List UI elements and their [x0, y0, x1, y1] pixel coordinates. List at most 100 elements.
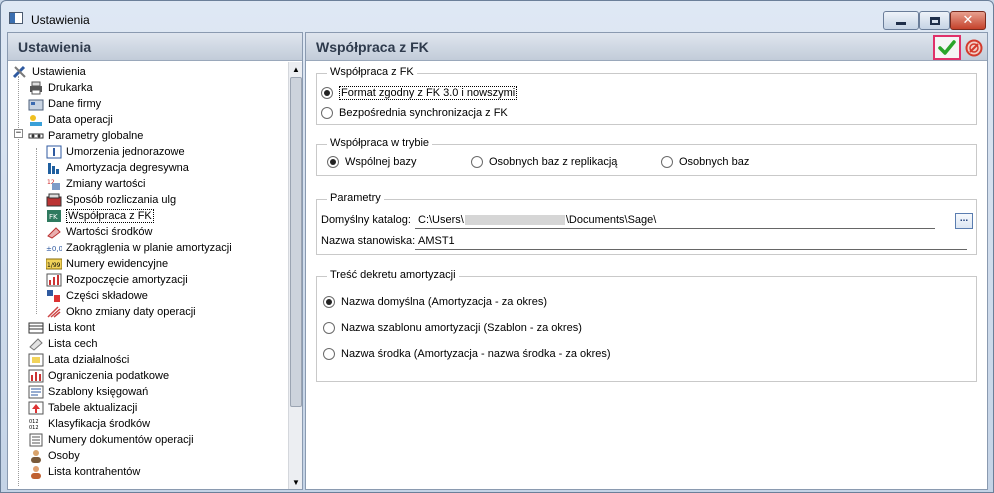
close-button[interactable]: ✕: [950, 11, 986, 30]
contractors-icon: [28, 465, 44, 479]
detail-panel-header: Współpraca z FK: [306, 33, 987, 61]
tree-scrollbar[interactable]: ▲ ▼: [288, 62, 302, 489]
tree-item-parametry-globalne[interactable]: Parametry globalne: [28, 128, 143, 144]
tags-icon: [28, 337, 44, 351]
checkmark-icon: [938, 39, 956, 55]
decree-template-name-radio[interactable]: Nazwa szablonu amortyzacji (Szablon - za…: [323, 322, 582, 334]
tree-item-lista-kontrahentow[interactable]: Lista kontrahentów: [28, 464, 140, 480]
default-catalog-input[interactable]: C:\Users\ \Documents\Sage\: [415, 212, 935, 229]
radio-unselected-icon: [321, 107, 333, 119]
printer-icon: [28, 81, 44, 95]
update-tables-icon: [28, 401, 44, 415]
tree-item-dane-firmy[interactable]: Dane firmy: [28, 96, 101, 112]
mode-shared-db-radio[interactable]: Wspólnej bazy: [327, 156, 417, 168]
mode-separate-db-radio[interactable]: Osobnych baz: [661, 156, 749, 168]
fk-format-radio[interactable]: Format zgodny z FK 3.0 i nowszymi: [321, 86, 518, 100]
start-icon: [46, 273, 62, 287]
tree-item-lata-dzialalnosci[interactable]: Lata działalności: [28, 352, 129, 368]
tree-item-data-operacji[interactable]: Data operacji: [28, 112, 113, 128]
collapse-toggle[interactable]: −: [14, 129, 23, 138]
tree-line: [36, 148, 37, 314]
templates-icon: [28, 385, 44, 399]
minimize-button[interactable]: [883, 11, 919, 30]
radio-unselected-icon: [323, 322, 335, 334]
fk-icon: FK: [46, 209, 62, 223]
tree-item-sposob-rozliczania[interactable]: Sposób rozliczania ulg: [46, 192, 176, 208]
cooperation-mode-title: Współpraca w trybie: [327, 137, 433, 149]
tree-item-drukarka[interactable]: Drukarka: [28, 80, 93, 96]
tree-item-zmiany-wartosci[interactable]: 12 Zmiany wartości: [46, 176, 145, 192]
writeoff-icon: [46, 145, 62, 159]
svg-text:FK: FK: [49, 213, 58, 221]
scroll-down-icon[interactable]: ▼: [289, 475, 303, 489]
tree-item-lista-kont[interactable]: Lista kont: [28, 320, 95, 336]
maximize-icon: [929, 16, 940, 25]
tree-panel-title: Ustawienia: [18, 39, 92, 55]
decree-content-title: Treść dekretu amortyzacji: [327, 269, 459, 281]
decree-asset-name-radio[interactable]: Nazwa środka (Amortyzacja - nazwa środka…: [323, 348, 611, 360]
parameters-icon: [28, 129, 44, 143]
tree-item-ustawienia[interactable]: Ustawienia: [12, 64, 86, 80]
tree-item-numery-dokumentow[interactable]: Numery dokumentów operacji: [28, 432, 194, 448]
tree-item-amortyzacja-degresywna[interactable]: Amortyzacja degresywna: [46, 160, 189, 176]
tree-item-rozpoczecie-amortyzacji[interactable]: Rozpoczęcie amortyzacji: [46, 272, 188, 288]
radio-unselected-icon: [471, 156, 483, 168]
default-catalog-label: Domyślny katalog:: [321, 214, 411, 226]
redacted-username: [464, 215, 565, 226]
radio-selected-icon: [327, 156, 339, 168]
browse-button[interactable]: ...: [955, 213, 973, 229]
tree-item-czesci-skladowe[interactable]: Części składowe: [46, 288, 148, 304]
cancel-button[interactable]: [964, 38, 984, 58]
tree-item-zaokraglenia[interactable]: ±0,01 Zaokrąglenia w planie amortyzacji: [46, 240, 232, 256]
tree-item-szablony-ksiegowan[interactable]: Szablony księgowań: [28, 384, 148, 400]
svg-text:1/99: 1/99: [47, 262, 61, 269]
tree-item-okno-zmiany-daty[interactable]: Okno zmiany daty operacji: [46, 304, 196, 320]
cancel-icon: [965, 39, 983, 57]
tax-limits-icon: [28, 369, 44, 383]
title-bar[interactable]: Ustawienia ✕: [1, 1, 993, 31]
doc-numbers-icon: [28, 433, 44, 447]
tree-item-osoby[interactable]: Osoby: [28, 448, 80, 464]
decree-content-group: Treść dekretu amortyzacji Nazwa domyślna…: [316, 269, 977, 382]
close-icon: ✕: [962, 13, 974, 28]
tree-item-lista-cech[interactable]: Lista cech: [28, 336, 98, 352]
tree-item-klasyfikacja-srodkow[interactable]: 012 012 Klasyfikacja środków: [28, 416, 150, 432]
settings-tree[interactable]: − Ustawienia Drukarka Dane firmy Data op…: [8, 62, 287, 489]
value-change-icon: 12: [46, 177, 62, 191]
relief-icon: [46, 193, 62, 207]
numbering-icon: 1/99: [46, 257, 62, 271]
radio-selected-icon: [323, 296, 335, 308]
accounts-icon: [28, 321, 44, 335]
date-icon: [28, 113, 44, 127]
cooperation-mode-group: Współpraca w trybie Wspólnej bazy Osobny…: [316, 137, 977, 176]
station-name-input[interactable]: AMST1: [415, 233, 967, 250]
tree-item-umorzenia[interactable]: Umorzenia jednorazowe: [46, 144, 185, 160]
degressive-icon: [46, 161, 62, 175]
fk-direct-sync-radio[interactable]: Bezpośrednia synchronizacja z FK: [321, 107, 508, 119]
decree-default-name-radio[interactable]: Nazwa domyślna (Amortyzacja - za okres): [323, 296, 547, 308]
fk-cooperation-group: Współpraca z FK Format zgodny z FK 3.0 i…: [316, 66, 977, 125]
classification-icon: 012 012: [28, 417, 44, 431]
mode-replication-radio[interactable]: Osobnych baz z replikacją: [471, 156, 617, 168]
scroll-thumb[interactable]: [290, 77, 302, 407]
svg-text:±0,01: ±0,01: [46, 245, 62, 253]
svg-text:012: 012: [29, 425, 39, 431]
settings-detail-panel: Współpraca z FK Współpraca z FK Format z…: [305, 32, 988, 490]
components-icon: [46, 289, 62, 303]
ok-button[interactable]: [933, 35, 961, 60]
tree-item-tabele-aktualizacji[interactable]: Tabele aktualizacji: [28, 400, 137, 416]
minimize-icon: [896, 22, 906, 25]
window-icon: [9, 12, 23, 24]
tree-item-numery-ewidencyjne[interactable]: 1/99 Numery ewidencyjne: [46, 256, 168, 272]
parameters-title: Parametry: [327, 192, 384, 204]
station-name-label: Nazwa stanowiska:: [321, 235, 416, 247]
years-icon: [28, 353, 44, 367]
tree-item-wartosci-srodkow[interactable]: Wartości środków: [46, 224, 152, 240]
tree-item-wspolpraca-fk[interactable]: FK Współpraca z FK: [46, 208, 154, 224]
tree-item-ograniczenia-podatkowe[interactable]: Ograniczenia podatkowe: [28, 368, 169, 384]
fk-cooperation-title: Współpraca z FK: [327, 66, 417, 78]
window-title: Ustawienia: [31, 13, 90, 27]
maximize-button[interactable]: [919, 11, 950, 30]
scroll-up-icon[interactable]: ▲: [289, 62, 303, 76]
settings-tree-panel: Ustawienia − Ustawienia Drukarka Dane fi…: [7, 32, 303, 490]
